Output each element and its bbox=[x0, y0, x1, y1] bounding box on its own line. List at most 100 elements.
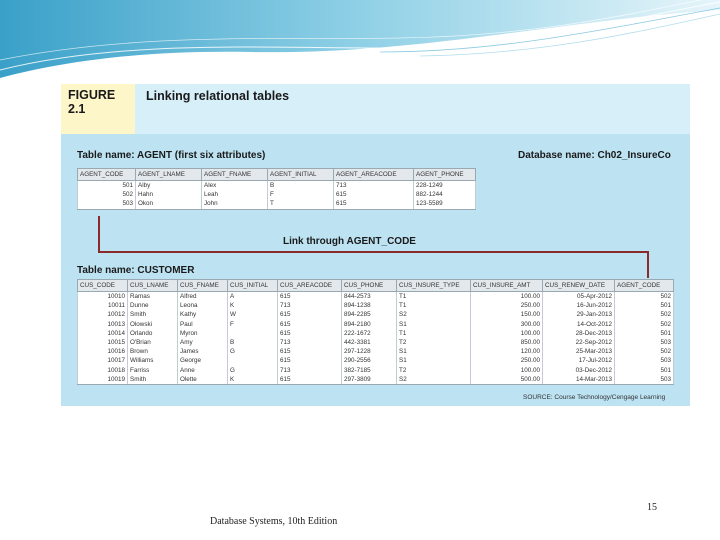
customer-cell: 03-Dec-2012 bbox=[542, 365, 615, 375]
table-row: 501 Alby Alex B 713 228-1249 bbox=[77, 180, 476, 191]
table-row: 10013 Olowski Paul F 615 894-2180 S1 300.00 14-O… bbox=[77, 319, 674, 329]
customer-cell: Alfred bbox=[177, 291, 228, 302]
table-row: 10011 Dunne Leona K 713 894-1238 T1 250.00 16-Ju… bbox=[77, 301, 674, 311]
customer-cell: 297-3809 bbox=[341, 374, 397, 385]
customer-cell: G bbox=[227, 347, 278, 357]
customer-cell: 10010 bbox=[77, 291, 128, 302]
link-line-horizontal bbox=[98, 251, 648, 253]
customer-cell: 120.00 bbox=[470, 347, 543, 357]
table-row: 10017 Williams George 615 290-2556 S1 250.00 17… bbox=[77, 356, 674, 366]
customer-cell: Orlando bbox=[127, 328, 178, 338]
agent-column-header: AGENT_LNAME bbox=[135, 168, 202, 181]
customer-column-header: CUS_INITIAL bbox=[227, 279, 278, 292]
agent-table-header: AGENT_CODE AGENT_LNAME AGENT_FNAME AGENT_IN… bbox=[77, 168, 476, 181]
customer-cell: 615 bbox=[277, 374, 342, 385]
customer-cell: 502 bbox=[614, 291, 674, 302]
customer-cell: 382-7185 bbox=[341, 365, 397, 375]
agent-cell: 882-1244 bbox=[413, 190, 476, 200]
agent-column-header: AGENT_FNAME bbox=[201, 168, 268, 181]
table-row: 502 Hahn Leah F 615 882-1244 bbox=[77, 190, 476, 200]
customer-cell: Paul bbox=[177, 319, 228, 329]
agent-cell: F bbox=[267, 190, 334, 200]
link-line-left bbox=[98, 216, 100, 252]
customer-cell: George bbox=[177, 356, 228, 366]
customer-cell: Myron bbox=[177, 328, 228, 338]
customer-column-header: CUS_FNAME bbox=[177, 279, 228, 292]
agent-cell: 502 bbox=[77, 190, 136, 200]
customer-table-caption: Table name: CUSTOMER bbox=[77, 265, 195, 276]
customer-cell: 250.00 bbox=[470, 356, 543, 366]
customer-cell: Smith bbox=[127, 310, 178, 320]
customer-cell: 850.00 bbox=[470, 337, 543, 348]
agent-column-header: AGENT_PHONE bbox=[413, 168, 476, 181]
customer-cell: T1 bbox=[396, 328, 471, 338]
customer-cell bbox=[227, 328, 278, 338]
customer-cell: 16-Jun-2012 bbox=[542, 301, 615, 311]
customer-cell: 501 bbox=[614, 328, 674, 338]
agent-cell: John bbox=[201, 199, 268, 210]
customer-cell: Dunne bbox=[127, 301, 178, 311]
customer-cell: 297-1228 bbox=[341, 347, 397, 357]
agent-cell: T bbox=[267, 199, 334, 210]
customer-cell: 25-Mar-2013 bbox=[542, 347, 615, 357]
customer-cell: 894-1238 bbox=[341, 301, 397, 311]
agent-column-header: AGENT_AREACODE bbox=[333, 168, 414, 181]
figure-header: FIGURE 2.1 Linking relational tables bbox=[61, 84, 690, 134]
customer-cell: 500.00 bbox=[470, 374, 543, 385]
customer-cell: 615 bbox=[277, 291, 342, 302]
customer-column-header: CUS_CODE bbox=[77, 279, 128, 292]
customer-column-header: CUS_LNAME bbox=[127, 279, 178, 292]
customer-cell: 14-Mar-2013 bbox=[542, 374, 615, 385]
customer-cell: 10018 bbox=[77, 365, 128, 375]
customer-cell: O'Brian bbox=[127, 337, 178, 348]
agent-table: AGENT_CODE AGENT_LNAME AGENT_FNAME AGENT_IN… bbox=[77, 168, 476, 210]
customer-cell: 250.00 bbox=[470, 301, 543, 311]
customer-cell: 14-Oct-2012 bbox=[542, 319, 615, 329]
table-row: 10010 Ramas Alfred A 615 844-2573 T1 100.00 05-A… bbox=[77, 291, 674, 302]
table-row: 10012 Smith Kathy W 615 894-2285 S2 150.00 29-Ja… bbox=[77, 310, 674, 320]
customer-cell: W bbox=[227, 310, 278, 320]
customer-cell: Amy bbox=[177, 337, 228, 348]
customer-cell: T2 bbox=[396, 337, 471, 348]
customer-column-header: CUS_AREACODE bbox=[277, 279, 342, 292]
agent-cell: Alby bbox=[135, 180, 202, 191]
table-row: 10018 Farriss Anne G 713 382-7185 T2 100.00 03-D… bbox=[77, 365, 674, 375]
customer-cell: Anne bbox=[177, 365, 228, 375]
agent-cell: 615 bbox=[333, 190, 414, 200]
agent-cell: 123-5589 bbox=[413, 199, 476, 210]
customer-cell: 10012 bbox=[77, 310, 128, 320]
customer-cell: 300.00 bbox=[470, 319, 543, 329]
customer-cell: T2 bbox=[396, 365, 471, 375]
customer-cell: 502 bbox=[614, 310, 674, 320]
customer-cell: Brown bbox=[127, 347, 178, 357]
agent-cell: 615 bbox=[333, 199, 414, 210]
customer-cell: 10015 bbox=[77, 337, 128, 348]
customer-cell: B bbox=[227, 337, 278, 348]
customer-cell: Ramas bbox=[127, 291, 178, 302]
customer-cell: 615 bbox=[277, 319, 342, 329]
agent-column-header: AGENT_INITIAL bbox=[267, 168, 334, 181]
customer-cell: 22-Sep-2012 bbox=[542, 337, 615, 348]
agent-table-caption: Table name: AGENT (first six attributes) bbox=[77, 150, 266, 161]
figure-title: Linking relational tables bbox=[146, 89, 290, 103]
customer-cell: 28-Dec-2013 bbox=[542, 328, 615, 338]
customer-cell: 501 bbox=[614, 301, 674, 311]
customer-cell: S2 bbox=[396, 310, 471, 320]
table-row: 10014 Orlando Myron 615 222-1672 T1 100.00 28-D… bbox=[77, 328, 674, 338]
customer-cell: 17-Jul-2012 bbox=[542, 356, 615, 366]
customer-cell: Olette bbox=[177, 374, 228, 385]
customer-cell: T1 bbox=[396, 291, 471, 302]
table-row: 10019 Smith Olette K 615 297-3809 S2 500.00 14-M… bbox=[77, 374, 674, 385]
agent-column-header: AGENT_CODE bbox=[77, 168, 136, 181]
customer-cell: Farriss bbox=[127, 365, 178, 375]
customer-cell: 615 bbox=[277, 356, 342, 366]
agent-cell: 713 bbox=[333, 180, 414, 191]
customer-cell: 615 bbox=[277, 328, 342, 338]
agent-cell: 501 bbox=[77, 180, 136, 191]
figure-number: 2.1 bbox=[68, 102, 86, 116]
customer-cell: S1 bbox=[396, 319, 471, 329]
customer-cell: Kathy bbox=[177, 310, 228, 320]
customer-cell: 501 bbox=[614, 365, 674, 375]
agent-cell: B bbox=[267, 180, 334, 191]
customer-cell: S1 bbox=[396, 347, 471, 357]
